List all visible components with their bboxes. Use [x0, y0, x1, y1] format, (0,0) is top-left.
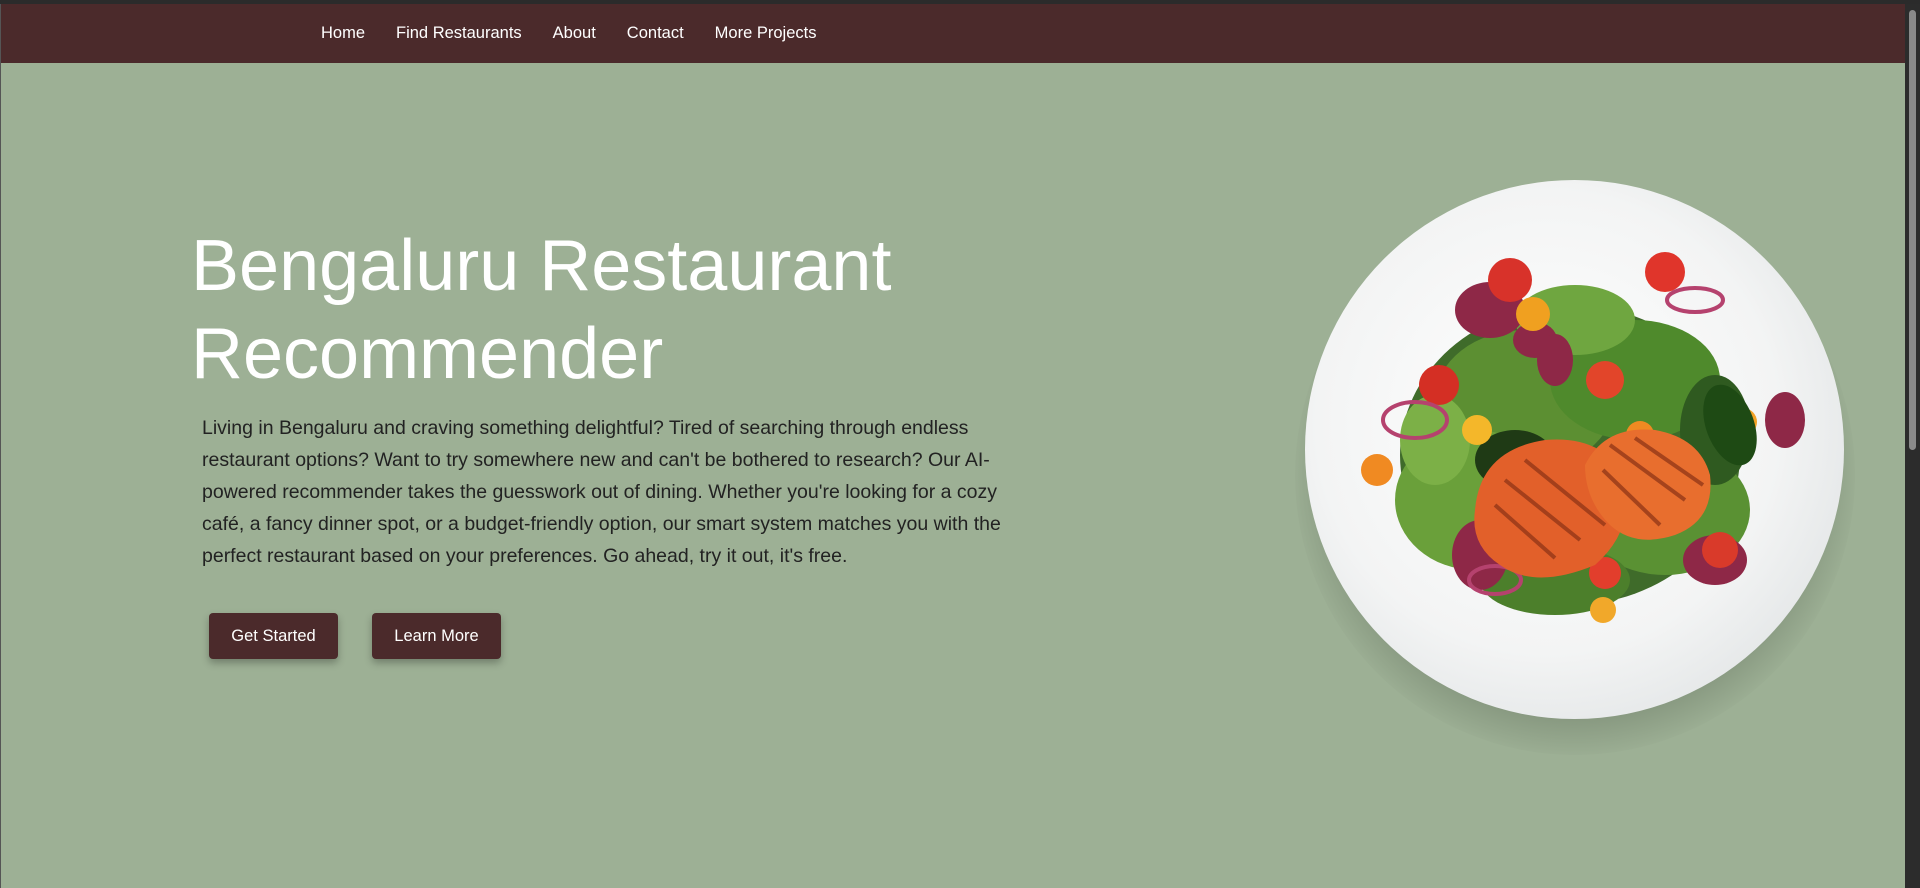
hero-title-line-1: Bengaluru Restaurant — [191, 226, 892, 306]
nav-contact-link[interactable]: Contact — [627, 24, 684, 43]
hero-title: Bengaluru Restaurant Recommender — [191, 222, 991, 398]
scrollbar-thumb[interactable] — [1909, 10, 1916, 450]
hero-description: Living in Bengaluru and craving somethin… — [202, 417, 1001, 567]
nav-about-link[interactable]: About — [553, 24, 596, 43]
nav-home-link[interactable]: Home — [321, 24, 365, 43]
salad-illustration — [1361, 252, 1805, 623]
scrollbar[interactable] — [1905, 4, 1920, 888]
nav-find-restaurants-link[interactable]: Find Restaurants — [396, 24, 522, 43]
page-viewport: Home Find Restaurants About Contact More… — [0, 4, 1905, 888]
navbar: Home Find Restaurants About Contact More… — [1, 4, 1905, 63]
hero-title-line-2: Recommender — [191, 314, 664, 394]
hero-food-image — [1295, 180, 1855, 755]
nav-links: Home Find Restaurants About Contact More… — [321, 4, 847, 63]
get-started-button[interactable]: Get Started — [209, 613, 338, 659]
learn-more-button[interactable]: Learn More — [372, 613, 501, 659]
nav-more-projects-link[interactable]: More Projects — [715, 24, 817, 43]
plate — [1305, 180, 1844, 719]
